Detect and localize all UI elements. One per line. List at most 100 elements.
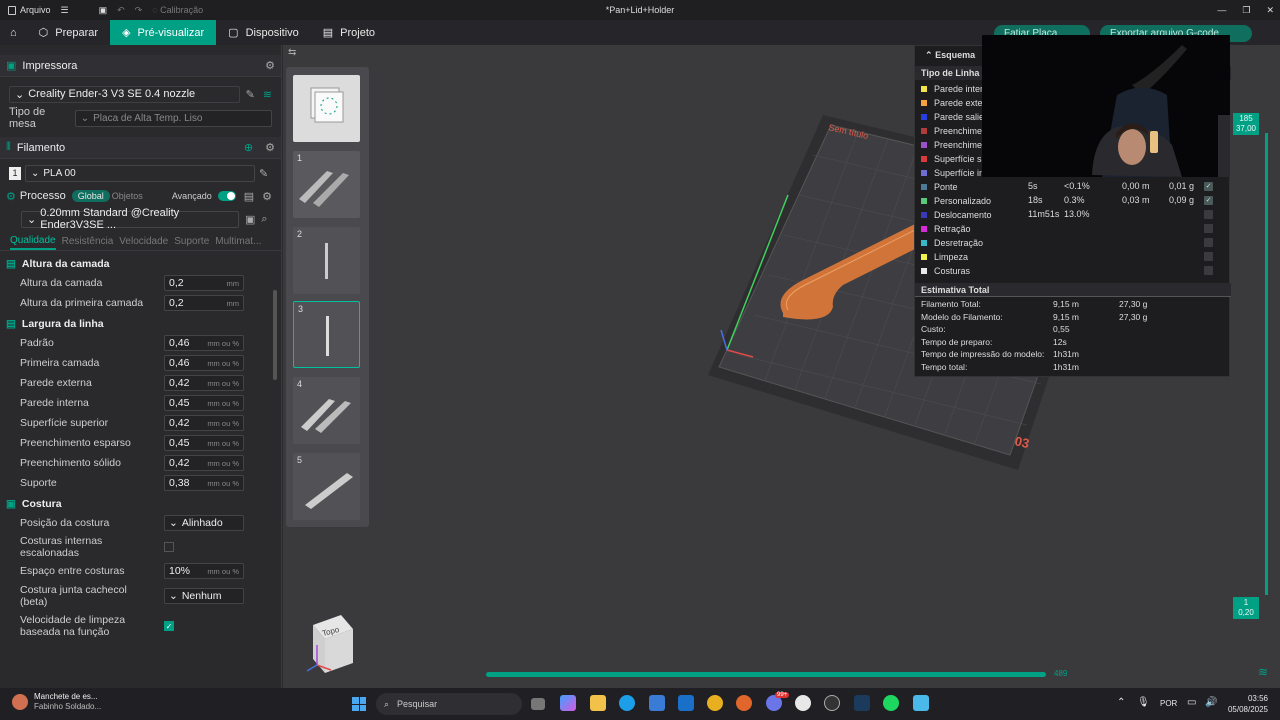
plate-thumb-all[interactable] [293, 75, 360, 142]
network-icon[interactable]: ▭ [1187, 697, 1196, 708]
menu-icon[interactable]: ☰ [61, 5, 69, 16]
all-plates-icon [310, 87, 344, 123]
param-row: Velocidade de limpeza baseada na função ✓ [20, 614, 174, 638]
home-button[interactable]: ⌂ [0, 20, 27, 45]
project-icon: ▤ [322, 27, 334, 39]
layer-icon: ▤ [6, 258, 16, 270]
param-input[interactable]: 10% mm ou % [164, 563, 244, 579]
volume-icon[interactable]: 🔊 [1205, 697, 1217, 708]
advanced-toggle[interactable] [217, 191, 236, 201]
plate-thumb[interactable]: 1 [293, 151, 360, 218]
plate-thumb[interactable]: 2 [293, 227, 360, 294]
view-cube[interactable]: Topo [305, 615, 355, 677]
tab-strength[interactable]: Resistência [62, 236, 114, 250]
obs-icon[interactable] [824, 695, 840, 711]
tab-preview[interactable]: ◈ Pré-visualizar [110, 20, 217, 45]
plate-thumb[interactable]: 5 [293, 453, 360, 520]
tab-quality[interactable]: Qualidade [10, 235, 56, 250]
param-input[interactable]: 0,42 mm ou % [164, 415, 244, 431]
tag-global[interactable]: Global [71, 190, 110, 202]
task-view-icon[interactable] [531, 698, 545, 710]
legend-header[interactable]: ⌃ Esquema [925, 50, 975, 61]
move-slider-horizontal[interactable] [486, 672, 1046, 677]
edit-icon[interactable]: ✎ [259, 167, 268, 180]
plate-thumb[interactable]: 4 [293, 377, 360, 444]
plate-thumb[interactable]: 3 [293, 301, 360, 368]
save-profile-icon[interactable]: ▣ [245, 213, 255, 226]
settings-gear-icon[interactable]: ≋ [1258, 665, 1268, 679]
close-icon[interactable]: ✕ [1266, 5, 1274, 16]
param-input[interactable]: 0,46 mm ou % [164, 355, 244, 371]
save-icon[interactable]: ▣ [99, 5, 108, 16]
bed-type-select[interactable]: ⌄ Placa de Alta Temp. Liso [74, 109, 272, 127]
param-input[interactable]: 0,42 mm ou % [164, 375, 244, 391]
tab-device[interactable]: ▢ Dispositivo [216, 20, 311, 45]
legend-visibility-checkbox[interactable] [1204, 210, 1213, 219]
param-input[interactable]: 0,42 mm ou % [164, 455, 244, 471]
param-input[interactable]: 0,45 mm ou % [164, 435, 244, 451]
copilot-icon[interactable] [560, 695, 576, 711]
news-widget[interactable]: Manchete de es... Fabinho Soldado... [12, 692, 101, 712]
tray-chevron-icon[interactable]: ⌃ [1117, 697, 1125, 708]
group-seam: ▣ Costura [6, 498, 62, 510]
process-profile-select[interactable]: ⌄ 0.20mm Standard @Creality Ender3V3SE ..… [21, 207, 239, 231]
undo-icon[interactable]: ↶ [117, 5, 125, 16]
language-indicator[interactable]: POR [1160, 699, 1177, 708]
edge-icon[interactable] [619, 695, 635, 711]
edit-icon[interactable]: ✎ [246, 88, 255, 101]
legend-visibility-checkbox[interactable] [1204, 238, 1213, 247]
legend-visibility-checkbox[interactable] [1204, 266, 1213, 275]
notepad-icon[interactable] [913, 695, 929, 711]
legend-visibility-checkbox[interactable] [1204, 224, 1213, 233]
minimize-icon[interactable]: — [1217, 5, 1226, 15]
legend-row: Preenchimer [921, 124, 985, 137]
clock[interactable]: 03:56 05/08/2025 [1224, 693, 1268, 715]
taskbar-search[interactable]: ⌕ Pesquisar [376, 693, 522, 715]
layer-slider-vertical[interactable] [1265, 133, 1268, 595]
legend-visibility-checkbox[interactable] [1204, 252, 1213, 261]
microphone-icon[interactable]: 🎙 [1137, 697, 1150, 708]
printer-settings-icon[interactable]: ⚙ [265, 59, 275, 72]
maximize-icon[interactable]: ❐ [1242, 5, 1250, 16]
spotify-icon[interactable] [883, 695, 899, 711]
panel-scrollbar[interactable] [273, 290, 277, 380]
scarf-seam-select[interactable]: ⌄ Nenhum [164, 588, 244, 604]
start-icon[interactable] [352, 697, 366, 711]
legend-visibility-checkbox[interactable]: ✓ [1204, 182, 1213, 191]
param-input[interactable]: 0,45 mm ou % [164, 395, 244, 411]
tag-objects[interactable]: Objetos [112, 191, 143, 201]
seam-icon: ▣ [6, 498, 16, 510]
tab-multimaterial[interactable]: Multimat... [215, 236, 261, 250]
wipe-speed-checkbox[interactable]: ✓ [164, 621, 174, 631]
tab-prepare[interactable]: ⬡ Preparar [27, 20, 110, 45]
printer-select[interactable]: ⌄ Creality Ender-3 V3 SE 0.4 nozzle [9, 85, 240, 103]
chrome-icon[interactable] [707, 695, 723, 711]
outlook-icon[interactable] [678, 695, 694, 711]
filament-settings-icon[interactable]: ⚙ [265, 141, 275, 154]
firefox-icon[interactable] [736, 695, 752, 711]
param-input[interactable]: 0,38 mm ou % [164, 475, 244, 491]
wifi-icon[interactable]: ≋ [263, 88, 272, 101]
calibration-menu[interactable]: ◌ Calibração [152, 5, 203, 15]
file-explorer-icon[interactable] [590, 695, 606, 711]
param-input[interactable]: 0,46 mm ou % [164, 335, 244, 351]
staggered-seam-checkbox[interactable] [164, 542, 174, 552]
search-icon[interactable]: ⌕ [261, 213, 267, 226]
compare-icon[interactable]: ▤ [244, 190, 254, 203]
slicer-app-icon[interactable] [795, 695, 811, 711]
tab-support[interactable]: Suporte [174, 236, 209, 250]
steam-icon[interactable] [854, 695, 870, 711]
redo-icon[interactable]: ↷ [135, 5, 143, 16]
param-input[interactable]: 0,2 mm [164, 295, 244, 311]
filament-select[interactable]: ⌄ PLA 00 [25, 164, 255, 182]
add-filament-icon[interactable]: ⊕ [244, 141, 253, 154]
seam-position-select[interactable]: ⌄ Alinhado [164, 515, 244, 531]
file-menu[interactable]: Arquivo [8, 5, 51, 15]
tab-project[interactable]: ▤ Projeto [311, 20, 387, 45]
param-row: Costura junta cachecol (beta) ⌄ Nenhum [0, 581, 281, 611]
legend-visibility-checkbox[interactable]: ✓ [1204, 196, 1213, 205]
process-settings-icon[interactable]: ⚙ [262, 190, 272, 203]
param-input[interactable]: 0,2 mm [164, 275, 244, 291]
store-icon[interactable] [649, 695, 665, 711]
tab-speed[interactable]: Velocidade [119, 236, 168, 250]
